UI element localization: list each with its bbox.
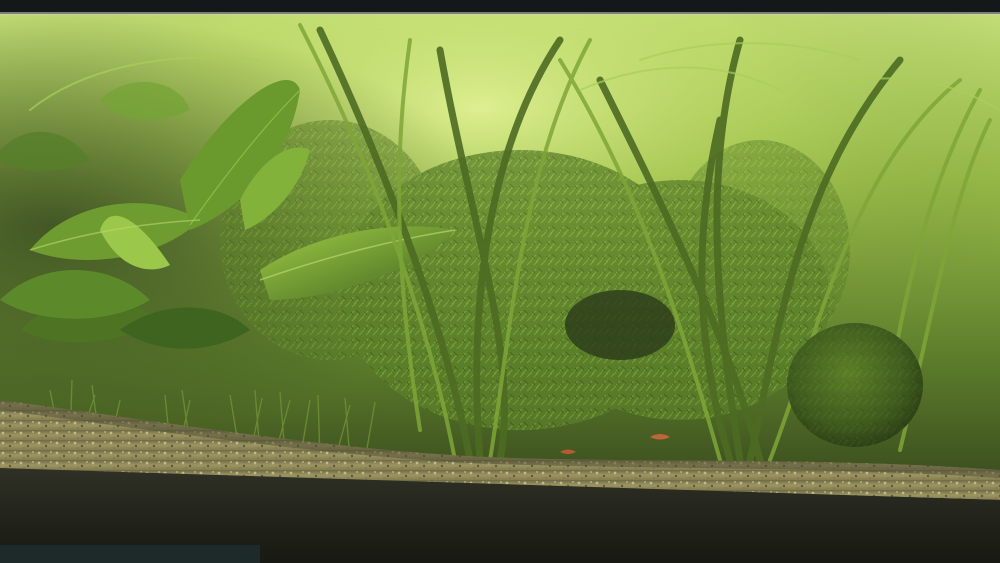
aquarium-scene <box>0 0 1000 563</box>
aquarium-image <box>0 0 1000 563</box>
moss-ball <box>787 323 923 447</box>
tank-rim <box>0 0 1000 14</box>
